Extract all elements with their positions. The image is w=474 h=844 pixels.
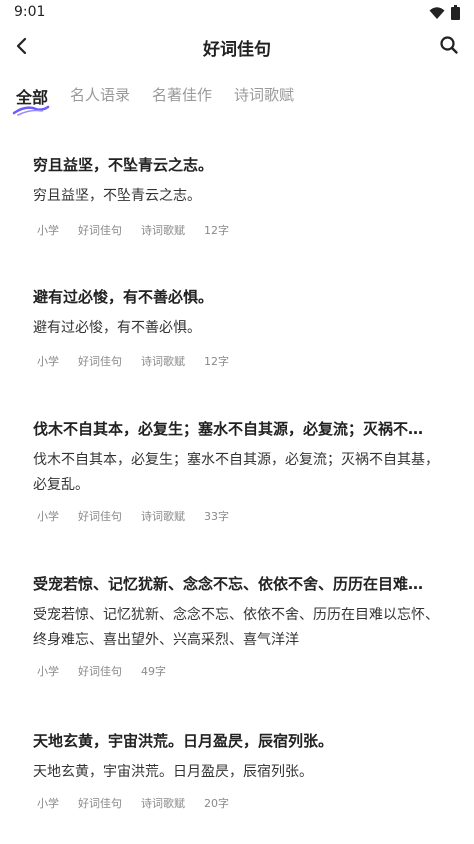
- search-button[interactable]: [438, 34, 460, 56]
- tab-all[interactable]: 全部: [12, 84, 50, 116]
- item-tags: 小学 好词佳句 诗词歌赋 12字: [37, 353, 248, 369]
- tag-length: 12字: [204, 355, 229, 368]
- tag-category: 好词佳句: [78, 355, 122, 368]
- item-title: 穷且益坚，不坠青云之志。: [33, 156, 214, 174]
- tag-grade: 小学: [37, 224, 59, 237]
- tag-grade: 小学: [37, 665, 59, 678]
- item-title: 受宠若惊、记忆犹新、念念不忘、依依不舍、历历在目难…: [33, 575, 424, 593]
- tag-type: 诗词歌赋: [141, 510, 185, 523]
- item-body: 穷且益坚，不坠青云之志。: [33, 188, 201, 204]
- item-tags: 小学 好词佳句 诗词歌赋 12字: [37, 222, 248, 238]
- tab-famous-quotes[interactable]: 名人语录: [70, 84, 130, 108]
- tab-poetry[interactable]: 诗词歌赋: [234, 84, 294, 108]
- tag-length: 49字: [141, 665, 166, 678]
- status-time: 9:01: [14, 4, 46, 20]
- item-title: 避有过必悛，有不善必惧。: [33, 288, 214, 306]
- search-icon: [440, 36, 458, 54]
- item-body: 避有过必悛，有不善必惧。: [33, 320, 201, 336]
- active-tab-indicator: [12, 105, 50, 116]
- tag-type: 诗词歌赋: [141, 355, 185, 368]
- item-body: 伐木不自其本，必复生；塞水不自其源，必复流；灭祸不自其基，必复乱。: [33, 452, 439, 493]
- status-bar: 9:01: [0, 0, 474, 24]
- category-tabs: 全部 名人语录 名著佳作 诗词歌赋: [12, 84, 294, 116]
- battery-icon: [451, 5, 460, 20]
- page-title: 好词佳句: [203, 40, 271, 60]
- tag-type: 诗词歌赋: [141, 797, 185, 810]
- item-body: 受宠若惊、记忆犹新、念念不忘、依依不舍、历历在目难以忘怀、终身难忘、喜出望外、兴…: [33, 607, 439, 648]
- item-tags: 小学 好词佳句 诗词歌赋 20字: [37, 795, 248, 811]
- tab-label: 诗词歌赋: [234, 86, 295, 104]
- navigation-bar: 好词佳句: [0, 24, 474, 68]
- tag-category: 好词佳句: [78, 510, 122, 523]
- tag-type: 诗词歌赋: [141, 224, 185, 237]
- tag-length: 33字: [204, 510, 229, 523]
- tab-label: 名著佳作: [152, 86, 213, 104]
- item-body: 天地玄黄，宇宙洪荒。日月盈昃，辰宿列张。: [33, 764, 313, 780]
- tag-grade: 小学: [37, 797, 59, 810]
- tag-length: 20字: [204, 797, 229, 810]
- tag-category: 好词佳句: [78, 665, 122, 678]
- status-icons: [429, 5, 460, 20]
- tab-label: 名人语录: [70, 86, 131, 104]
- tag-length: 12字: [204, 224, 229, 237]
- item-title: 伐木不自其本，必复生；塞水不自其源，必复流；灭祸不…: [33, 420, 424, 438]
- item-tags: 小学 好词佳句 诗词歌赋 33字: [37, 508, 248, 524]
- item-title: 天地玄黄，宇宙洪荒。日月盈昃，辰宿列张。: [33, 732, 334, 750]
- tag-grade: 小学: [37, 355, 59, 368]
- tab-masterpieces[interactable]: 名著佳作: [152, 84, 212, 108]
- tag-grade: 小学: [37, 510, 59, 523]
- tag-category: 好词佳句: [78, 797, 122, 810]
- tag-category: 好词佳句: [78, 224, 122, 237]
- wifi-icon: [429, 6, 445, 19]
- item-tags: 小学 好词佳句 49字: [37, 663, 185, 679]
